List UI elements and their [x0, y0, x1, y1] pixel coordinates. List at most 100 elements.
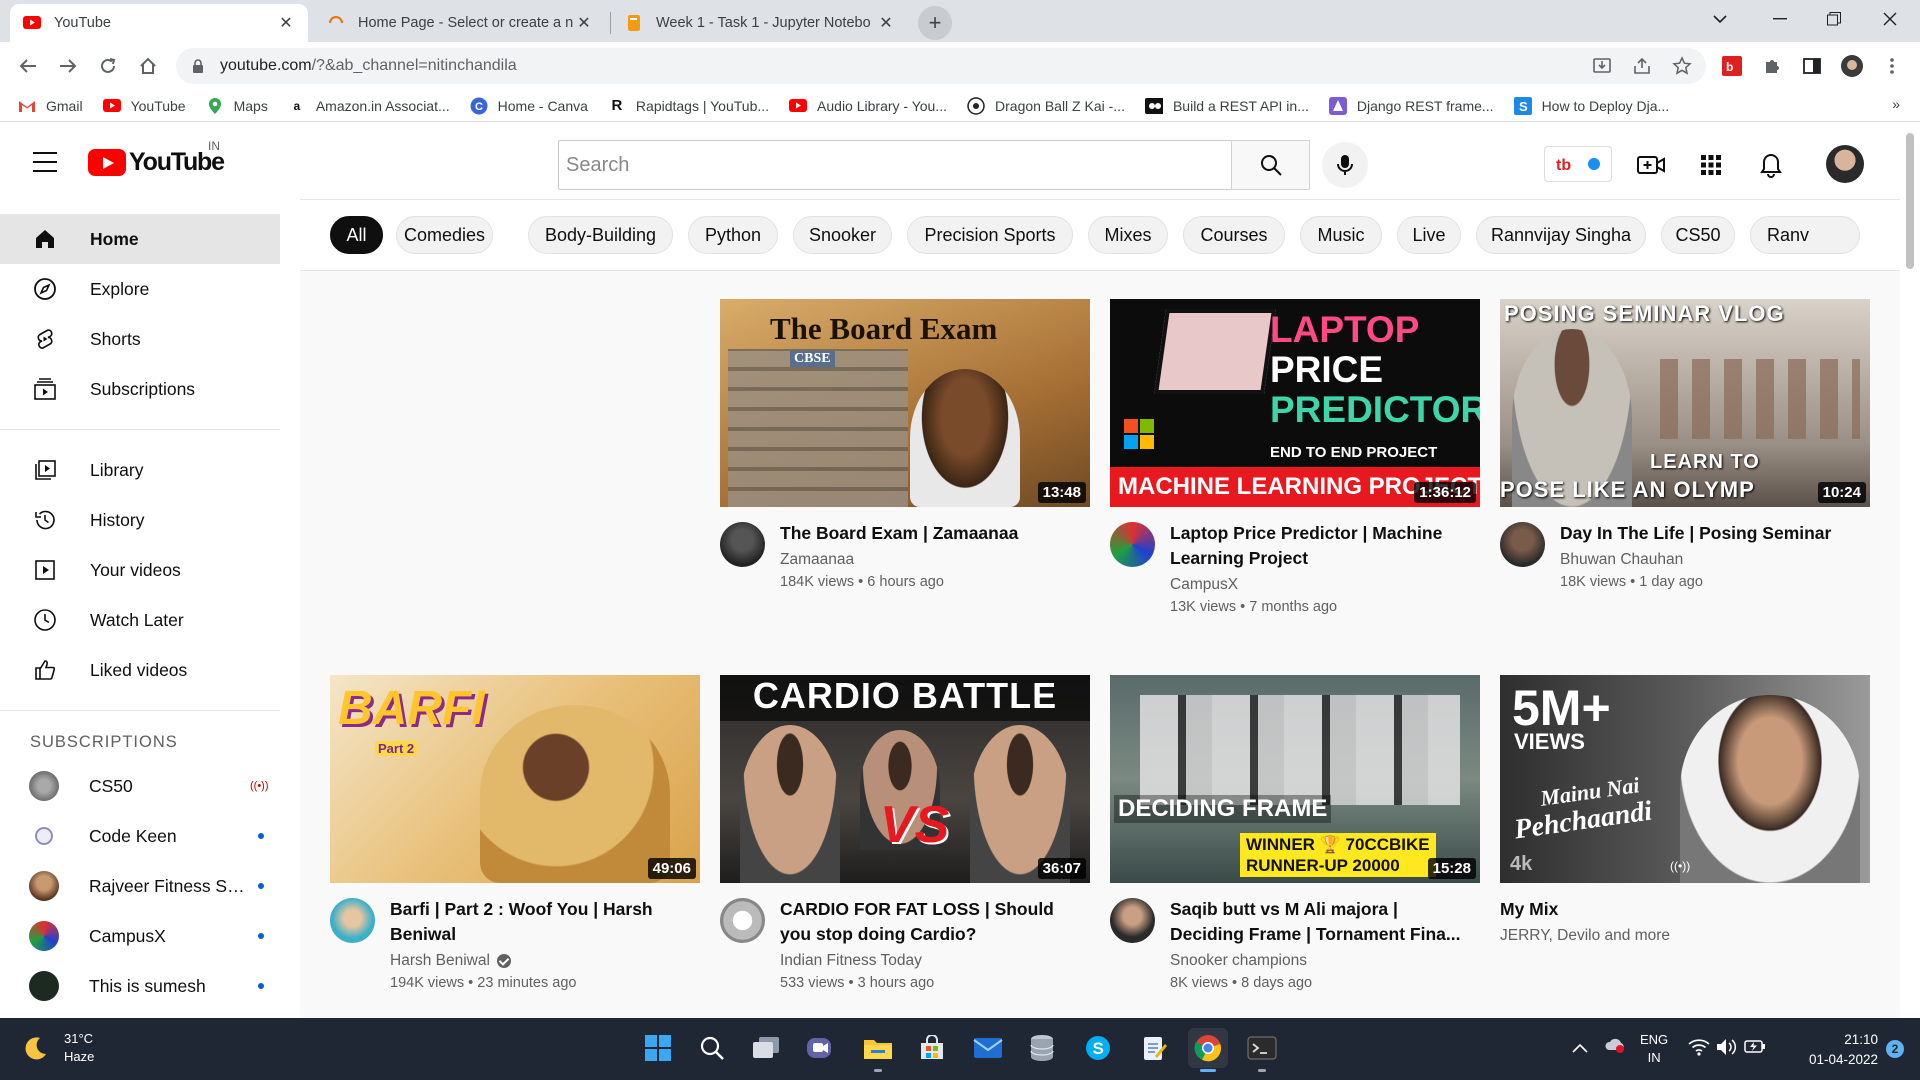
mix-thumbnail[interactable]: 5M+ VIEWS Mainu Nai Pehchaandi 4k ((•))	[1500, 675, 1870, 883]
account-avatar[interactable]	[1826, 145, 1864, 183]
taskbar-microsoft-store[interactable]	[912, 1028, 952, 1068]
chip-snooker[interactable]: Snooker	[793, 216, 892, 254]
create-video-icon[interactable]	[1634, 148, 1668, 182]
apps-grid-icon[interactable]	[1694, 148, 1728, 182]
video-title[interactable]: The Board Exam | Zamaanaa	[780, 521, 1085, 546]
video-title[interactable]: Day In The Life | Posing Seminar	[1560, 521, 1865, 546]
video-thumbnail[interactable]: POSING SEMINAR VLOG LEARN TO POSE LIKE A…	[1500, 299, 1870, 507]
battery-charging-icon[interactable]	[1744, 1038, 1766, 1059]
chevron-up-icon[interactable]	[1572, 1040, 1588, 1058]
youtube-logo[interactable]: YouTube IN	[88, 139, 225, 177]
page-scrollbar[interactable]	[1900, 123, 1920, 1018]
sidebar-item-home[interactable]: Home	[0, 214, 280, 264]
video-thumbnail[interactable]: DECIDING FRAME WINNER 🏆 70CCBIKE RUNNER-U…	[1110, 675, 1480, 883]
video-title[interactable]: Barfi | Part 2 : Woof You | Harsh Beniwa…	[390, 897, 695, 947]
subscription-rajveer-fitness[interactable]: Rajveer Fitness Se...	[0, 861, 280, 911]
tubebuddy-button[interactable]: tb	[1544, 146, 1612, 182]
video-title[interactable]: CARDIO FOR FAT LOSS | Should you stop do…	[780, 897, 1085, 947]
chip-music[interactable]: Music	[1300, 216, 1382, 254]
bookmark-gmail[interactable]: Gmail	[18, 97, 83, 115]
mix-card[interactable]: 5M+ VIEWS Mainu Nai Pehchaandi 4k ((•)) …	[1500, 675, 1870, 993]
channel-name[interactable]: Zamaanaa	[780, 551, 854, 569]
sidebar-item-subscriptions[interactable]: Subscriptions	[0, 364, 280, 414]
bookmark-youtube[interactable]: YouTube	[102, 97, 186, 115]
video-card[interactable]: BARFI Part 2 49:06 Barfi | Part 2 : Woof…	[330, 675, 700, 993]
video-card[interactable]: CARDIO BATTLE VS 36:07 CARDIO FOR FAT LO…	[720, 675, 1090, 993]
volume-icon[interactable]	[1716, 1038, 1738, 1061]
taskbar-file-explorer[interactable]	[858, 1028, 898, 1072]
bookmark-deploy-django[interactable]: S How to Deploy Dja...	[1513, 96, 1669, 115]
channel-name[interactable]: Snooker champions	[1170, 952, 1307, 970]
sidebar-item-history[interactable]: History	[0, 495, 280, 545]
sidebar-item-shorts[interactable]: Shorts	[0, 314, 280, 364]
start-button[interactable]	[638, 1028, 678, 1068]
video-thumbnail[interactable]: LAPTOP PRICE PREDICTOR END TO END PROJEC…	[1110, 299, 1480, 507]
clock[interactable]: 21:10 01-04-2022	[1784, 1030, 1878, 1070]
taskbar-skype[interactable]: S	[1078, 1028, 1118, 1068]
close-tab-icon[interactable]: ✕	[876, 13, 896, 33]
channel-avatar[interactable]	[330, 898, 375, 943]
taskbar-teams[interactable]	[800, 1028, 840, 1068]
chip-ranveer[interactable]: Ranv	[1750, 216, 1860, 254]
task-view-button[interactable]	[746, 1028, 786, 1068]
channel-avatar[interactable]	[1110, 522, 1155, 567]
taskbar-search[interactable]	[692, 1028, 732, 1068]
address-bar[interactable]: youtube.com/?&ab_channel=nitinchandila	[176, 48, 1706, 84]
video-thumbnail[interactable]: CARDIO BATTLE VS 36:07	[720, 675, 1090, 883]
extensions-puzzle-icon[interactable]	[1758, 52, 1786, 80]
mix-artists[interactable]: JERRY, Devilo and more	[1500, 927, 1670, 945]
chip-cs50[interactable]: CS50	[1661, 216, 1735, 254]
scrollbar-thumb[interactable]	[1906, 133, 1914, 269]
subscription-this-is-sumesh[interactable]: This is sumesh	[0, 961, 280, 1011]
video-card[interactable]: The Board Exam CBSE 13:48 The Board Exam…	[720, 299, 1090, 617]
back-icon[interactable]	[12, 50, 44, 82]
tab-jupyter[interactable]: Week 1 - Task 1 - Jupyter Notebo ✕	[612, 4, 908, 42]
chip-comedies[interactable]: Comedies	[396, 216, 493, 254]
chip-courses[interactable]: Courses	[1183, 216, 1285, 254]
bookmark-star-icon[interactable]	[1668, 52, 1696, 80]
bookmark-rest-api[interactable]: Build a REST API in...	[1144, 97, 1309, 115]
onedrive-sync-icon[interactable]	[1604, 1036, 1626, 1059]
subscription-campusx[interactable]: CampusX	[0, 911, 280, 961]
bookmark-audio-library[interactable]: Audio Library - You...	[789, 97, 947, 115]
more-menu-icon[interactable]	[1878, 52, 1906, 80]
share-icon[interactable]	[1628, 52, 1656, 80]
bookmark-dragon-ball[interactable]: Dragon Ball Z Kai -...	[967, 96, 1125, 115]
profile-avatar-icon[interactable]	[1838, 52, 1866, 80]
chip-all[interactable]: All	[330, 216, 383, 254]
close-tab-icon[interactable]: ✕	[574, 13, 594, 33]
channel-avatar[interactable]	[1110, 898, 1155, 943]
channel-avatar[interactable]	[720, 522, 765, 567]
video-title[interactable]: Saqib butt vs M Ali majora | Deciding Fr…	[1170, 897, 1475, 947]
search-button[interactable]	[1231, 140, 1310, 190]
hamburger-menu-icon[interactable]	[28, 147, 62, 177]
chip-precision-sports[interactable]: Precision Sports	[907, 216, 1073, 254]
chip-body-building[interactable]: Body-Building	[528, 216, 673, 254]
close-window-icon[interactable]	[1870, 4, 1910, 34]
subscription-cs50[interactable]: CS50 ((•))	[0, 761, 280, 811]
new-tab-button[interactable]: +	[918, 6, 952, 40]
video-card[interactable]: LAPTOP PRICE PREDICTOR END TO END PROJEC…	[1110, 299, 1480, 617]
more-bookmarks-button[interactable]: »	[1892, 96, 1900, 112]
taskbar-terminal[interactable]	[1242, 1028, 1282, 1072]
taskbar-database[interactable]	[1022, 1028, 1062, 1068]
taskbar-mail[interactable]	[968, 1028, 1008, 1068]
video-card[interactable]: DECIDING FRAME WINNER 🏆 70CCBIKE RUNNER-U…	[1110, 675, 1480, 993]
chip-rannvijay-singha[interactable]: Rannvijay Singha	[1476, 216, 1646, 254]
taskbar-chrome[interactable]	[1188, 1028, 1228, 1072]
bookmark-django-rest[interactable]: Django REST frame...	[1328, 96, 1494, 115]
channel-avatar[interactable]	[1500, 522, 1545, 567]
bookmark-maps[interactable]: Maps	[206, 97, 268, 115]
chip-mixes[interactable]: Mixes	[1088, 216, 1168, 254]
channel-name[interactable]: Bhuwan Chauhan	[1560, 551, 1683, 569]
chip-live[interactable]: Live	[1397, 216, 1461, 254]
video-card[interactable]: POSING SEMINAR VLOG LEARN TO POSE LIKE A…	[1500, 299, 1870, 617]
video-thumbnail[interactable]: BARFI Part 2 49:06	[330, 675, 700, 883]
tab-search-icon[interactable]	[1700, 4, 1740, 34]
taskbar-notepad[interactable]	[1134, 1028, 1174, 1068]
sidebar-item-your-videos[interactable]: Your videos	[0, 545, 280, 595]
side-panel-icon[interactable]	[1798, 52, 1826, 80]
forward-icon[interactable]	[52, 50, 84, 82]
tab-youtube[interactable]: YouTube ✕	[10, 4, 308, 42]
tubebuddy-extension-icon[interactable]: b	[1718, 52, 1746, 80]
